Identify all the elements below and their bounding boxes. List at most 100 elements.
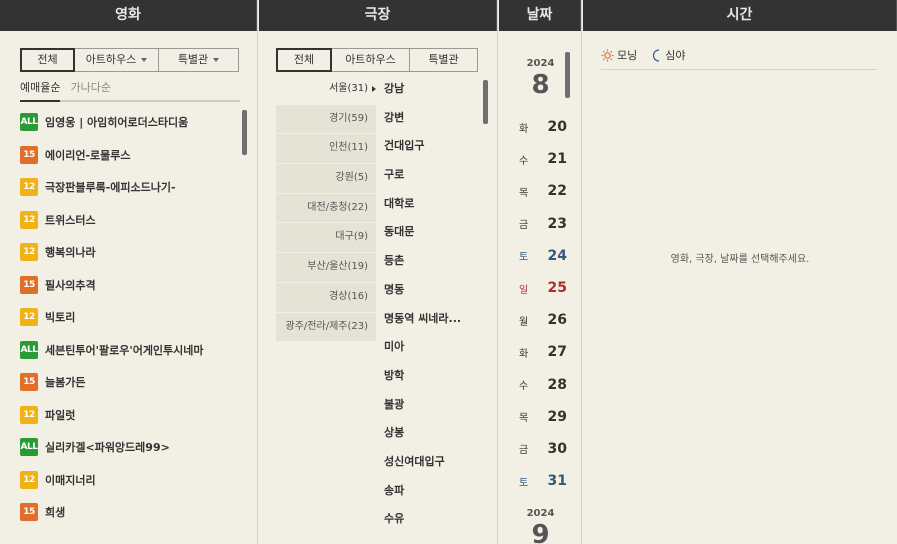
legend-morning-label: 모닝: [617, 49, 638, 62]
chevron-down-icon: [141, 58, 148, 62]
theater-tab-all[interactable]: 전체: [276, 48, 332, 72]
age-rating-badge: 12: [20, 405, 38, 424]
date-item[interactable]: 금 30: [519, 433, 569, 465]
theater-item[interactable]: 등촌: [384, 247, 489, 276]
day-of-week: 수: [519, 155, 529, 167]
day-of-week: 토: [519, 477, 529, 489]
age-rating-badge: 12: [20, 178, 38, 197]
region-item[interactable]: 대전/충청(22): [276, 193, 376, 223]
movie-item[interactable]: 12 트위스터스: [20, 204, 240, 237]
movie-item[interactable]: 12 파일럿: [20, 399, 240, 432]
date-item[interactable]: 화 27: [519, 336, 569, 368]
date-item[interactable]: 일 25: [519, 272, 569, 304]
theater-item[interactable]: 송파: [384, 477, 489, 506]
date-item[interactable]: 목 29: [519, 401, 569, 433]
movie-column-header: 영화: [0, 0, 257, 31]
tab-label: 아트하우스: [345, 53, 396, 66]
theater-item[interactable]: 명동: [384, 276, 489, 305]
day-number: 24: [547, 247, 567, 264]
region-item[interactable]: 부산/울산(19): [276, 253, 376, 282]
date-item[interactable]: 수 21: [519, 143, 569, 175]
theater-item[interactable]: 상봉: [384, 419, 489, 448]
theater-tab-special[interactable]: 특별관: [410, 48, 478, 72]
movie-tab-all[interactable]: 전체: [20, 48, 75, 72]
theater-list-scrollbar[interactable]: [483, 80, 488, 124]
day-number: 21: [547, 151, 567, 168]
day-of-week: 금: [519, 220, 529, 232]
day-of-week: 토: [519, 252, 529, 264]
month-label: 9: [531, 520, 550, 544]
movie-item[interactable]: 15 희생: [20, 496, 240, 529]
theater-item[interactable]: 성신여대입구: [384, 448, 489, 477]
day-number: 30: [547, 440, 567, 457]
theater-column: 극장 전체 아트하우스 특별관 서울(31) 경기(59) 인천(11) 강원(5) 대…: [259, 0, 498, 544]
day-number: 23: [547, 215, 567, 232]
date-list: 화 20 수 21 목 22 금 23 토 24 일 25 월 26 화 27 수 28 목 29 금 30 토 31: [519, 111, 569, 497]
theater-list: 강남 강변 건대입구 구로 대학로 동대문 등촌 명동 명동역 씨네라... 미아 방학 불광 상봉 성신…: [384, 75, 489, 534]
movie-tab-special[interactable]: 특별관: [159, 48, 239, 72]
movie-item[interactable]: 15 필사의추격: [20, 269, 240, 302]
date-item[interactable]: 금 23: [519, 208, 569, 240]
date-item[interactable]: 목 22: [519, 175, 569, 207]
time-column: 시간 모닝 심야 영화, 극장, 날짜를 선택해주세요.: [583, 0, 897, 544]
chevron-down-icon: [213, 58, 220, 62]
theater-item[interactable]: 불광: [384, 391, 489, 420]
sort-by-booking-rate[interactable]: 예매율순: [20, 80, 61, 102]
date-list-scrollbar[interactable]: [565, 52, 570, 98]
movie-list-scrollbar[interactable]: [242, 110, 247, 155]
day-number: 26: [547, 312, 567, 329]
movie-title: 실리카겔<파워앙드레99>: [45, 441, 170, 455]
date-column: 날짜 2024 8 화 20 수 21 목 22 금 23 토 24 일 25 월 26 화 27 수 28 목 29…: [499, 0, 582, 544]
movie-item[interactable]: 15 에이리언-로물루스: [20, 139, 240, 172]
date-item[interactable]: 수 28: [519, 369, 569, 401]
movie-title: 에이리언-로물루스: [45, 148, 131, 162]
age-rating-badge: ALL: [20, 113, 38, 132]
theater-item[interactable]: 방학: [384, 362, 489, 391]
theater-item[interactable]: 구로: [384, 161, 489, 190]
date-item[interactable]: 화 20: [519, 111, 569, 143]
date-item[interactable]: 토 24: [519, 240, 569, 272]
movie-item[interactable]: 12 행복의나라: [20, 236, 240, 269]
date-item[interactable]: 토 31: [519, 465, 569, 497]
region-item[interactable]: 강원(5): [276, 164, 376, 193]
theater-tab-arthouse[interactable]: 아트하우스: [332, 48, 410, 72]
age-rating-badge: 12: [20, 243, 38, 262]
theater-item[interactable]: 미아: [384, 333, 489, 362]
movie-item[interactable]: ALL 세븐틴투어'팔로우'어게인투시네마: [20, 334, 240, 367]
age-rating-badge: 12: [20, 470, 38, 489]
movie-item[interactable]: 12 이매지너리: [20, 464, 240, 497]
region-item[interactable]: 경상(16): [276, 282, 376, 312]
movie-item[interactable]: 12 빅토리: [20, 301, 240, 334]
movie-item[interactable]: ALL 임영웅 | 아임히어로더스타디움: [20, 106, 240, 139]
theater-item[interactable]: 대학로: [384, 190, 489, 219]
theater-item[interactable]: 강변: [384, 104, 489, 133]
movie-item[interactable]: 15 늘봄가든: [20, 366, 240, 399]
date-column-header: 날짜: [499, 0, 581, 31]
sun-icon: [601, 49, 614, 61]
theater-item[interactable]: 수유: [384, 505, 489, 534]
movie-item[interactable]: 12 극장판블루록-에피소드나기-: [20, 171, 240, 204]
movie-title: 필사의추격: [45, 278, 96, 292]
age-rating-badge: 15: [20, 503, 38, 522]
sort-by-alphabetical[interactable]: 가나다순: [70, 80, 110, 102]
movie-filter-tabs: 전체 아트하우스 특별관: [20, 48, 239, 72]
region-item[interactable]: 서울(31): [276, 75, 376, 104]
movie-tab-arthouse[interactable]: 아트하우스: [75, 48, 159, 72]
theater-item[interactable]: 동대문: [384, 218, 489, 247]
legend-late-night: 심야: [651, 46, 686, 64]
theater-item[interactable]: 강남: [384, 75, 489, 104]
movie-title: 빅토리: [45, 311, 76, 325]
region-item[interactable]: 인천(11): [276, 134, 376, 164]
region-item[interactable]: 대구(9): [276, 223, 376, 253]
time-placeholder-message: 영화, 극장, 날짜를 선택해주세요.: [670, 254, 810, 265]
tab-label: 특별관: [177, 53, 209, 66]
age-rating-badge: ALL: [20, 438, 38, 457]
region-item[interactable]: 광주/전라/제주(23): [276, 312, 376, 342]
movie-item[interactable]: ALL 실리카겔<파워앙드레99>: [20, 431, 240, 464]
day-of-week: 수: [519, 381, 529, 393]
theater-item[interactable]: 건대입구: [384, 132, 489, 161]
date-item[interactable]: 월 26: [519, 304, 569, 336]
movie-title: 세븐틴투어'팔로우'어게인투시네마: [45, 343, 204, 357]
region-item[interactable]: 경기(59): [276, 104, 376, 134]
theater-item[interactable]: 명동역 씨네라...: [384, 305, 489, 334]
